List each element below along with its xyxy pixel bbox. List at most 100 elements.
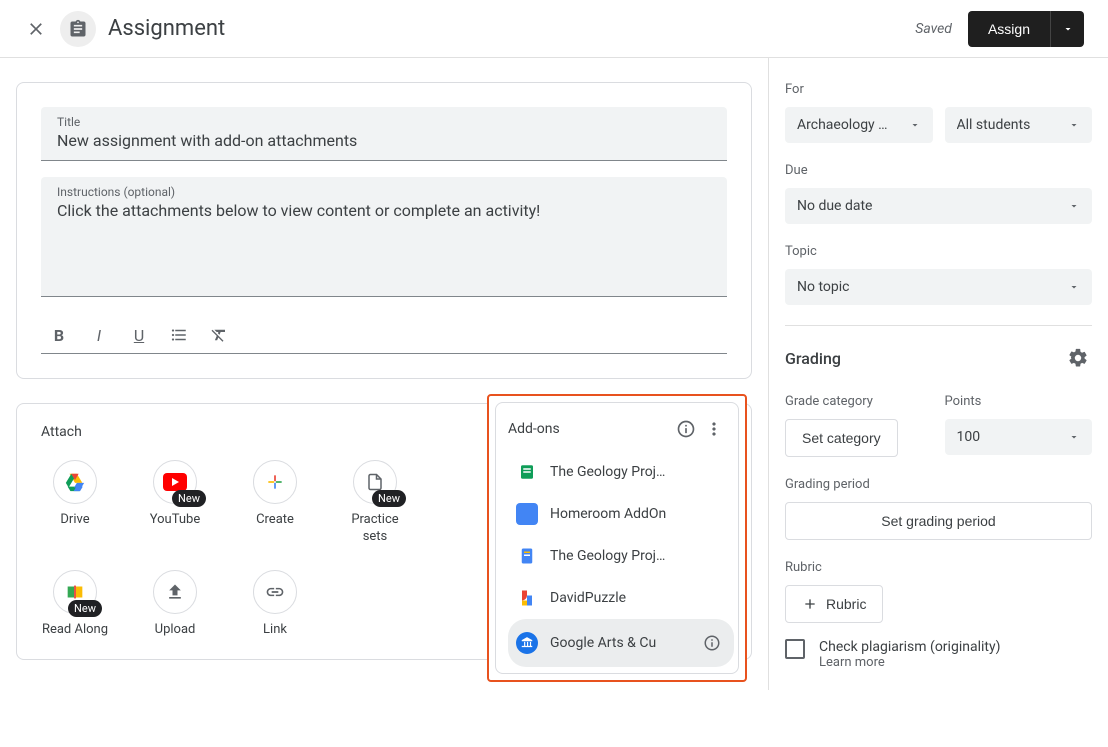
addon-icon	[516, 545, 538, 567]
points-label: Points	[945, 394, 1093, 409]
topic-select[interactable]: No topic	[785, 269, 1092, 305]
attach-card: Attach Drive New YouTube	[16, 403, 752, 660]
addon-name: Google Arts & Cu	[550, 635, 686, 651]
gear-icon	[1067, 347, 1089, 369]
page-title: Assignment	[108, 16, 225, 41]
attach-upload[interactable]: Upload	[141, 570, 209, 639]
addon-icon	[516, 632, 538, 654]
underline-button[interactable]: U	[125, 321, 153, 349]
attach-label: Upload	[155, 622, 196, 639]
title-field[interactable]: Title New assignment with add-on attachm…	[41, 107, 727, 161]
clear-format-button[interactable]	[205, 321, 233, 349]
caret-down-icon	[909, 119, 921, 131]
attach-create[interactable]: Create	[241, 460, 309, 546]
assignment-icon	[60, 11, 96, 47]
attach-label: YouTube	[150, 512, 201, 529]
plus-icon	[265, 472, 285, 492]
addon-item[interactable]: Homeroom AddOn	[508, 493, 734, 535]
instructions-label: Instructions (optional)	[57, 185, 711, 199]
attach-label: Create	[256, 512, 294, 529]
students-value: All students	[957, 117, 1069, 133]
italic-button[interactable]: I	[85, 321, 113, 349]
bullet-list-button[interactable]	[165, 321, 193, 349]
youtube-icon	[163, 473, 187, 491]
attach-youtube[interactable]: New YouTube	[141, 460, 209, 546]
instructions-field[interactable]: Instructions (optional) Click the attach…	[41, 177, 727, 297]
grading-title: Grading	[785, 349, 1064, 368]
caret-down-icon	[1062, 23, 1074, 35]
instructions-value: Click the attachments below to view cont…	[57, 199, 711, 226]
grading-period-label: Grading period	[785, 477, 1092, 492]
addon-item[interactable]: Google Arts & Cu	[508, 619, 734, 667]
addon-name: Homeroom AddOn	[550, 506, 726, 522]
caret-down-icon	[1068, 281, 1080, 293]
rubric-label: Rubric	[785, 560, 1092, 575]
rubric-button-label: Rubric	[826, 596, 866, 612]
more-vert-icon	[704, 419, 724, 439]
addon-icon	[516, 503, 538, 525]
attach-read-along[interactable]: New Read Along	[41, 570, 109, 639]
attach-practice-sets[interactable]: New Practice sets	[341, 460, 409, 546]
attach-link[interactable]: Link	[241, 570, 309, 639]
rubric-button[interactable]: Rubric	[785, 585, 883, 623]
attach-label: Drive	[60, 512, 89, 529]
plus-icon	[802, 596, 818, 612]
addons-title: Add-ons	[508, 421, 672, 437]
saved-status: Saved	[915, 21, 952, 37]
upload-icon	[165, 582, 185, 602]
addons-info-button[interactable]	[672, 415, 700, 443]
divider	[785, 325, 1092, 326]
points-select[interactable]: 100	[945, 419, 1093, 455]
attach-drive[interactable]: Drive	[41, 460, 109, 546]
addon-item[interactable]: The Geology Proj…	[508, 535, 734, 577]
attach-label: Read Along	[42, 622, 108, 639]
addon-item[interactable]: DavidPuzzle	[508, 577, 734, 619]
attach-grid: Drive New YouTube Create	[41, 460, 461, 639]
addon-name: The Geology Proj…	[550, 548, 726, 564]
learn-more-link[interactable]: Learn more	[819, 655, 1000, 670]
addon-list[interactable]: The Geology Proj… Homeroom AddOn The Geo…	[508, 451, 734, 667]
form-card: Title New assignment with add-on attachm…	[16, 82, 752, 379]
addon-name: DavidPuzzle	[550, 590, 726, 606]
link-icon	[265, 582, 285, 602]
close-button[interactable]	[24, 17, 48, 41]
drive-icon	[64, 471, 86, 493]
info-icon	[703, 634, 721, 652]
students-select[interactable]: All students	[945, 107, 1093, 143]
caret-down-icon	[1068, 200, 1080, 212]
clear-format-icon	[210, 326, 228, 344]
for-label: For	[785, 82, 1092, 97]
assign-dropdown[interactable]	[1050, 11, 1084, 47]
bold-button[interactable]: B	[45, 321, 73, 349]
new-badge: New	[372, 490, 406, 507]
due-value: No due date	[797, 198, 1068, 214]
attach-label: Practice sets	[341, 512, 409, 546]
caret-down-icon	[1068, 431, 1080, 443]
title-value: New assignment with add-on attachments	[57, 129, 711, 156]
plagiarism-checkbox[interactable]	[785, 639, 805, 659]
info-icon	[676, 419, 696, 439]
format-toolbar: B I U	[41, 313, 727, 354]
grading-settings-button[interactable]	[1064, 344, 1092, 372]
addons-more-button[interactable]	[700, 415, 728, 443]
close-icon	[26, 19, 46, 39]
addon-item[interactable]: The Geology Proj…	[508, 451, 734, 493]
title-label: Title	[57, 115, 711, 129]
class-value: Archaeology …	[797, 117, 909, 133]
set-grading-period-button[interactable]: Set grading period	[785, 502, 1092, 540]
addon-info-button[interactable]	[698, 629, 726, 657]
new-badge: New	[172, 490, 206, 507]
due-label: Due	[785, 163, 1092, 178]
addons-panel: Add-ons The Geology Pr	[487, 394, 747, 682]
addon-icon	[516, 461, 538, 483]
topic-value: No topic	[797, 279, 1068, 295]
set-category-button[interactable]: Set category	[785, 419, 898, 457]
class-select[interactable]: Archaeology …	[785, 107, 933, 143]
plagiarism-label: Check plagiarism (originality)	[819, 639, 1000, 655]
addon-name: The Geology Proj…	[550, 464, 726, 480]
due-select[interactable]: No due date	[785, 188, 1092, 224]
attach-label: Link	[263, 622, 287, 639]
assign-button[interactable]: Assign	[968, 11, 1050, 47]
sidebar: For Archaeology … All students Due No du…	[768, 58, 1108, 690]
list-icon	[170, 326, 188, 344]
